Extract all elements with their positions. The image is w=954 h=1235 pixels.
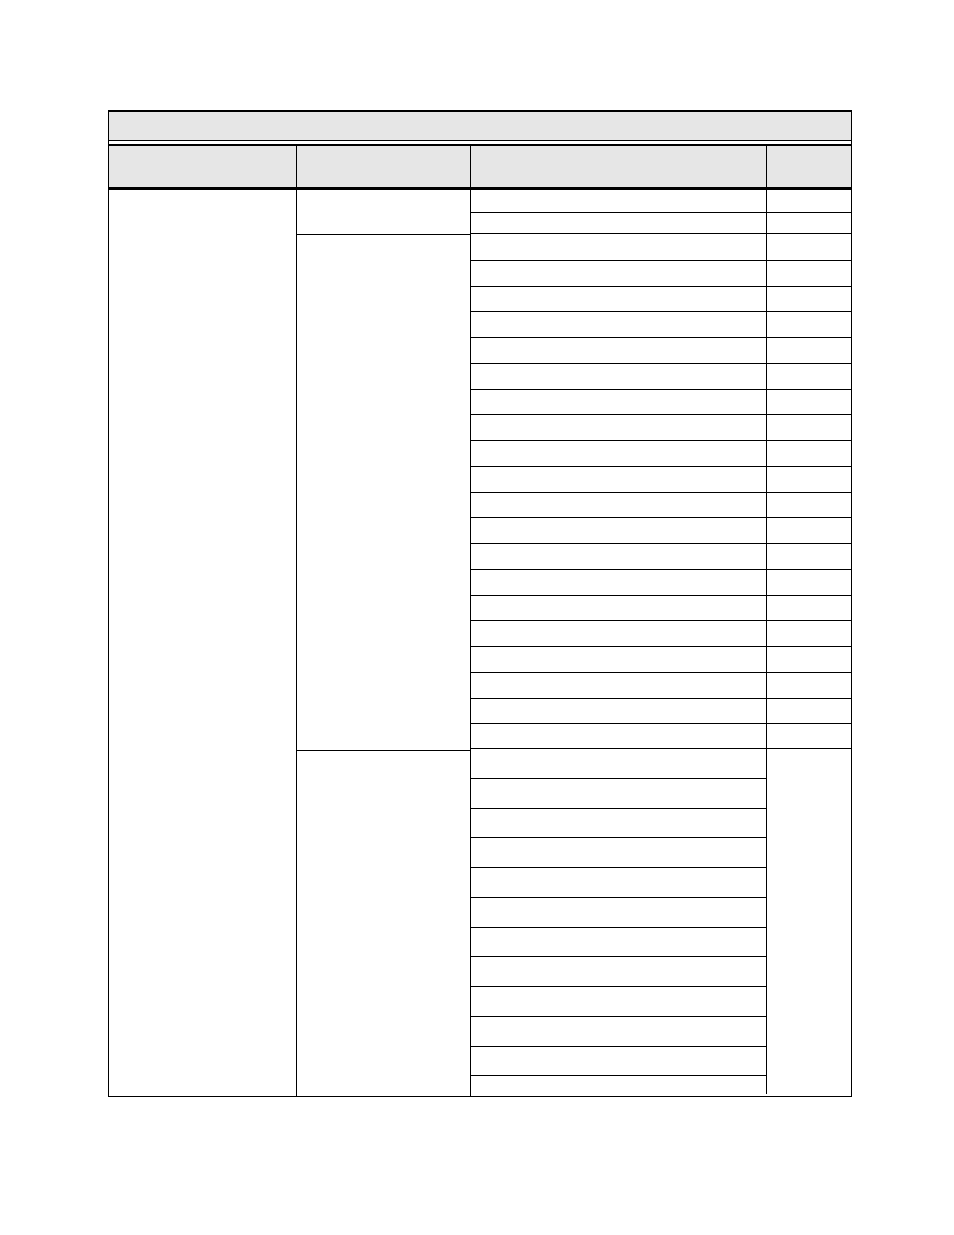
cell-c3 (471, 596, 767, 621)
cell-c4 (767, 518, 851, 543)
cell-c3 (471, 956, 766, 986)
table-row (471, 466, 851, 492)
cell-c3 (471, 897, 766, 927)
table-group-a (471, 190, 851, 234)
cell-c3 (471, 261, 767, 286)
cell-c3 (471, 518, 767, 543)
table-header-col1 (109, 146, 297, 187)
cell-c3 (471, 749, 766, 778)
cell-c3 (471, 1075, 766, 1105)
table-row (471, 698, 851, 724)
cell-c3 (471, 1046, 766, 1076)
cell-c4 (767, 493, 851, 518)
col2-section-a (297, 190, 470, 235)
cell-c4 (767, 415, 851, 440)
table-right-block (471, 190, 851, 1096)
cell-c3 (471, 808, 766, 838)
cell-c3 (471, 673, 767, 698)
table-row (471, 234, 851, 260)
table-col1-merged (109, 190, 297, 1096)
table-row (471, 672, 851, 698)
cell-c4 (767, 312, 851, 337)
cell-c3 (471, 312, 767, 337)
table-row (471, 337, 851, 363)
cell-c4 (767, 287, 851, 312)
col2-section-c (297, 751, 470, 1096)
table-body (109, 190, 851, 1096)
table-row (471, 569, 851, 595)
cell-c3 (471, 493, 767, 518)
cell-c3 (471, 621, 767, 646)
cell-c4 (767, 261, 851, 286)
cell-c4 (767, 390, 851, 415)
cell-c3 (471, 647, 767, 672)
cell-c4 (767, 647, 851, 672)
cell-c4 (767, 544, 851, 569)
cell-c4 (767, 699, 851, 724)
cell-c3 (471, 364, 767, 389)
table-row (471, 723, 851, 749)
table-header-row (109, 146, 851, 190)
table-header-col4 (767, 146, 849, 187)
cell-c3 (471, 234, 767, 260)
cell-c4 (767, 570, 851, 595)
table-row (471, 440, 851, 466)
table-row (471, 260, 851, 286)
document-page (0, 0, 954, 1235)
cell-c3 (471, 1016, 766, 1046)
cell-c3 (471, 213, 767, 234)
table-col2-stack (297, 190, 471, 1096)
table-group-b (471, 234, 851, 749)
table-row (471, 311, 851, 337)
cell-c4 (767, 596, 851, 621)
table-row (471, 363, 851, 389)
table-row (471, 646, 851, 672)
group-c-col3-stack (471, 749, 767, 1094)
cell-c3 (471, 415, 767, 440)
table-row (471, 492, 851, 518)
cell-c4 (767, 621, 851, 646)
table-row (471, 414, 851, 440)
cell-c4 (767, 364, 851, 389)
cell-c3 (471, 544, 767, 569)
cell-c4 (767, 213, 851, 234)
table-row (471, 595, 851, 621)
cell-c4 (767, 724, 851, 749)
cell-c3 (471, 986, 766, 1016)
table-header-col3 (471, 146, 767, 187)
cell-c3 (471, 867, 766, 897)
data-table (108, 110, 852, 1097)
table-header-col2 (297, 146, 471, 187)
cell-c3 (471, 390, 767, 415)
table-group-c (471, 749, 851, 1094)
cell-c3 (471, 724, 767, 749)
table-row (471, 286, 851, 312)
table-row (471, 190, 851, 212)
table-row (471, 212, 851, 234)
cell-c3 (471, 570, 767, 595)
cell-c3 (471, 778, 766, 808)
cell-c3 (471, 699, 767, 724)
table-row (471, 517, 851, 543)
table-title-row (109, 112, 851, 141)
cell-c3 (471, 467, 767, 492)
cell-c3 (471, 441, 767, 466)
group-c-col4-merged (767, 749, 851, 1094)
cell-c4 (767, 673, 851, 698)
cell-c3 (471, 287, 767, 312)
table-row (471, 389, 851, 415)
table-row (471, 620, 851, 646)
cell-c3 (471, 927, 766, 957)
cell-c4 (767, 441, 851, 466)
cell-c4 (767, 467, 851, 492)
cell-c4 (767, 234, 851, 260)
table-row (471, 543, 851, 569)
cell-c4 (767, 190, 851, 212)
cell-c3 (471, 190, 767, 212)
cell-c3 (471, 338, 767, 363)
col2-section-b (297, 235, 470, 751)
cell-c4 (767, 338, 851, 363)
cell-c3 (471, 837, 766, 867)
